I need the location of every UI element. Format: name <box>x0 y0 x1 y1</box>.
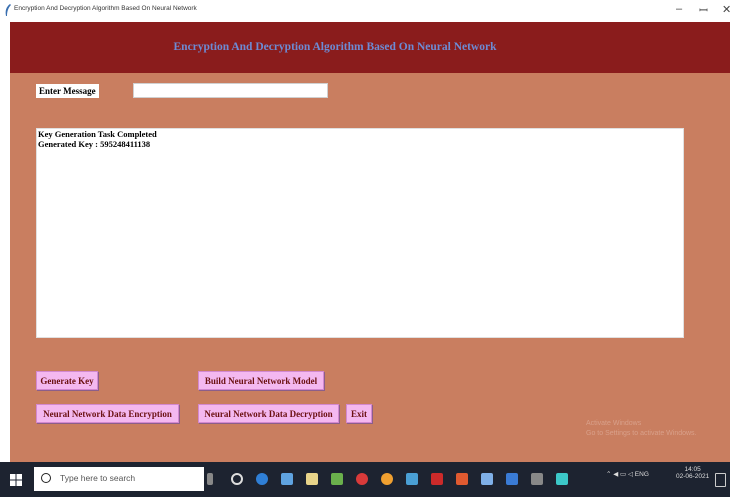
decrypt-button[interactable]: Neural Network Data Decryption <box>198 404 339 423</box>
app-icon[interactable] <box>481 473 493 485</box>
app-title: Encryption And Decryption Algorithm Base… <box>173 41 497 53</box>
message-label: Enter Message <box>36 84 99 98</box>
minimize-button[interactable]: – <box>676 3 682 15</box>
taskbar-search-box[interactable]: Type here to search <box>34 467 204 491</box>
app-header: Encryption And Decryption Algorithm Base… <box>10 22 730 73</box>
clock[interactable]: 14:05 02-06-2021 <box>676 466 709 480</box>
activate-windows-watermark: Activate Windows Go to Settings to activ… <box>586 420 697 437</box>
output-line: Key Generation Task Completed <box>38 129 157 139</box>
microphone-icon[interactable] <box>207 473 213 485</box>
search-placeholder: Type here to search <box>60 473 136 483</box>
app-icon[interactable] <box>456 473 468 485</box>
watermark-line: Go to Settings to activate Windows. <box>586 430 697 437</box>
app-icon[interactable] <box>331 473 343 485</box>
build-model-button[interactable]: Build Neural Network Model <box>198 371 324 390</box>
message-input[interactable] <box>133 83 328 98</box>
generate-key-button[interactable]: Generate Key <box>36 371 98 390</box>
opera-icon[interactable] <box>356 473 368 485</box>
window-title: Encryption And Decryption Algorithm Base… <box>14 5 197 12</box>
window-titlebar: Encryption And Decryption Algorithm Base… <box>0 0 730 22</box>
output-line: Generated Key : 595248411138 <box>38 139 151 149</box>
watermark-line: Activate Windows <box>586 420 642 427</box>
encrypt-button[interactable]: Neural Network Data Encryption <box>36 404 179 423</box>
pdf-icon[interactable] <box>431 473 443 485</box>
exit-button[interactable]: Exit <box>346 404 372 423</box>
edge-icon[interactable] <box>256 473 268 485</box>
app-window: Encryption And Decryption Algorithm Base… <box>10 22 730 462</box>
output-textarea[interactable]: Key Generation Task Completed Generated … <box>36 128 684 338</box>
app-icon[interactable] <box>406 473 418 485</box>
clock-time: 14:05 <box>684 466 701 473</box>
clock-date: 02-06-2021 <box>676 473 710 480</box>
close-button[interactable]: ✕ <box>722 3 730 16</box>
word-icon[interactable] <box>506 473 518 485</box>
store-icon[interactable] <box>306 473 318 485</box>
tk-feather-icon <box>5 4 11 16</box>
search-icon <box>41 473 51 483</box>
tray-icons[interactable]: ⌃ ◀ ▭ ◁ ENG <box>606 470 649 478</box>
file-explorer-icon[interactable] <box>281 473 293 485</box>
chrome-icon[interactable] <box>381 473 393 485</box>
maximize-button[interactable]: ꟷ <box>699 3 708 18</box>
terminal-icon[interactable] <box>531 473 543 485</box>
cortana-icon[interactable] <box>231 473 243 485</box>
windows-start-icon[interactable] <box>10 474 22 486</box>
notification-icon[interactable] <box>715 473 726 487</box>
python-icon[interactable] <box>556 473 568 485</box>
